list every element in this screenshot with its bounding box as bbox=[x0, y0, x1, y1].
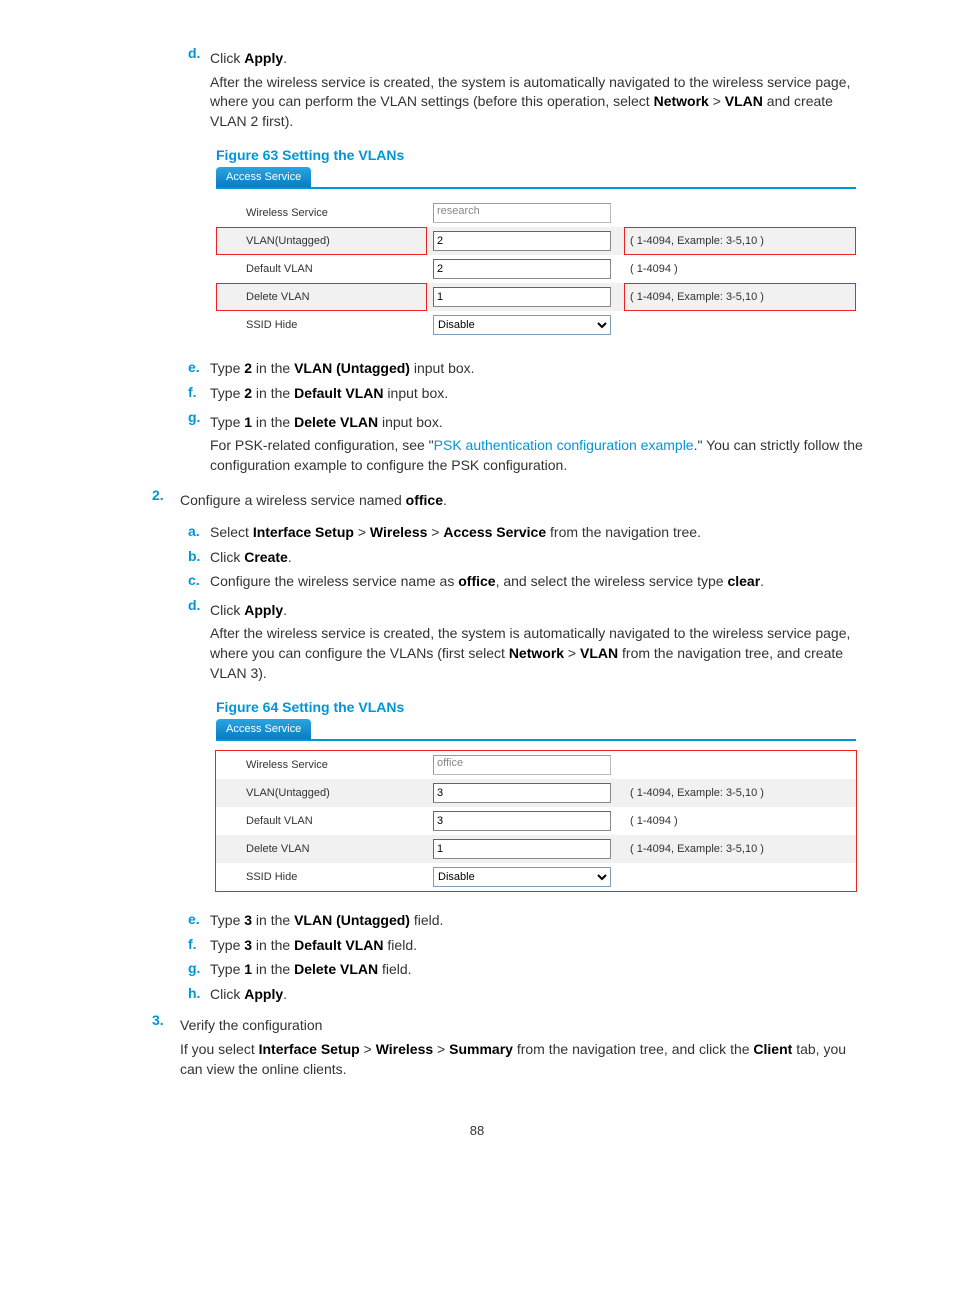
text: . bbox=[283, 50, 287, 66]
step-3: 3. Verify the configuration If you selec… bbox=[152, 1012, 864, 1083]
vlan-untagged-hint: ( 1-4094, Example: 3-5,10 ) bbox=[624, 227, 856, 255]
vlan-untagged-input[interactable] bbox=[433, 231, 611, 251]
list-marker: d. bbox=[188, 597, 210, 687]
figure-63-caption: Figure 63 Setting the VLANs bbox=[216, 147, 864, 163]
step-1d: d. Click Apply. After the wireless servi… bbox=[188, 45, 864, 135]
default-vlan-hint: ( 1-4094 ) bbox=[624, 255, 856, 283]
list-marker: d. bbox=[188, 45, 210, 135]
default-vlan-label: Default VLAN bbox=[216, 255, 427, 283]
step-2g: g. Type 1 in the Delete VLAN field. bbox=[188, 960, 864, 980]
list-marker: g. bbox=[188, 409, 210, 480]
bold: Network bbox=[654, 93, 709, 109]
delete-vlan-input[interactable] bbox=[433, 839, 611, 859]
list-marker: f. bbox=[188, 936, 210, 956]
tab-access-service[interactable]: Access Service bbox=[216, 167, 311, 187]
vlan-untagged-label: VLAN(Untagged) bbox=[216, 227, 427, 255]
default-vlan-label: Default VLAN bbox=[216, 807, 427, 835]
step-2h: h. Click Apply. bbox=[188, 985, 864, 1005]
psk-link[interactable]: PSK authentication configuration example bbox=[434, 437, 694, 453]
step-1e: e. Type 2 in the VLAN (Untagged) input b… bbox=[188, 359, 864, 379]
ssid-hide-select[interactable]: Disable bbox=[433, 315, 611, 335]
delete-vlan-hint: ( 1-4094, Example: 3-5,10 ) bbox=[624, 835, 856, 863]
wireless-service-value: office bbox=[433, 755, 611, 775]
figure-63: Access Service Wireless Service research… bbox=[216, 167, 856, 339]
step-2c: c. Configure the wireless service name a… bbox=[188, 572, 864, 592]
list-marker: a. bbox=[188, 523, 210, 543]
list-marker: b. bbox=[188, 548, 210, 568]
wireless-service-label: Wireless Service bbox=[216, 199, 427, 227]
default-vlan-hint: ( 1-4094 ) bbox=[624, 807, 856, 835]
default-vlan-input[interactable] bbox=[433, 259, 611, 279]
list-marker: c. bbox=[188, 572, 210, 592]
bold: Apply bbox=[244, 50, 283, 66]
document-body: d. Click Apply. After the wireless servi… bbox=[180, 45, 864, 1083]
list-marker: f. bbox=[188, 384, 210, 404]
wireless-service-label: Wireless Service bbox=[216, 751, 427, 779]
delete-vlan-label: Delete VLAN bbox=[216, 835, 427, 863]
step-2f: f. Type 3 in the Default VLAN field. bbox=[188, 936, 864, 956]
step-2b: b. Click Create. bbox=[188, 548, 864, 568]
delete-vlan-hint: ( 1-4094, Example: 3-5,10 ) bbox=[624, 283, 856, 311]
list-marker: e. bbox=[188, 359, 210, 379]
list-marker: h. bbox=[188, 985, 210, 1005]
step-2: 2. Configure a wireless service named of… bbox=[152, 487, 864, 515]
tab-access-service[interactable]: Access Service bbox=[216, 719, 311, 739]
figure-64: Access Service Wireless Service office V… bbox=[216, 719, 856, 891]
default-vlan-input[interactable] bbox=[433, 811, 611, 831]
page-number: 88 bbox=[90, 1123, 864, 1138]
ssid-hide-label: SSID Hide bbox=[216, 311, 427, 339]
list-marker: 2. bbox=[152, 487, 180, 515]
list-marker: g. bbox=[188, 960, 210, 980]
text: > bbox=[709, 93, 725, 109]
delete-vlan-label: Delete VLAN bbox=[216, 283, 427, 311]
step-1g: g. Type 1 in the Delete VLAN input box. … bbox=[188, 409, 864, 480]
wireless-service-value: research bbox=[433, 203, 611, 223]
vlan-untagged-hint: ( 1-4094, Example: 3-5,10 ) bbox=[624, 779, 856, 807]
step-3-text: Verify the configuration bbox=[180, 1016, 864, 1036]
delete-vlan-input[interactable] bbox=[433, 287, 611, 307]
list-marker: 3. bbox=[152, 1012, 180, 1083]
figure-64-caption: Figure 64 Setting the VLANs bbox=[216, 699, 864, 715]
step-2e: e. Type 3 in the VLAN (Untagged) field. bbox=[188, 911, 864, 931]
list-marker: e. bbox=[188, 911, 210, 931]
vlan-untagged-label: VLAN(Untagged) bbox=[216, 779, 427, 807]
ssid-hide-label: SSID Hide bbox=[216, 863, 427, 891]
text: Click bbox=[210, 50, 244, 66]
step-1f: f. Type 2 in the Default VLAN input box. bbox=[188, 384, 864, 404]
vlan-untagged-input[interactable] bbox=[433, 783, 611, 803]
step-2a: a. Select Interface Setup > Wireless > A… bbox=[188, 523, 864, 543]
bold: VLAN bbox=[725, 93, 763, 109]
step-2d: d. Click Apply. After the wireless servi… bbox=[188, 597, 864, 687]
ssid-hide-select[interactable]: Disable bbox=[433, 867, 611, 887]
